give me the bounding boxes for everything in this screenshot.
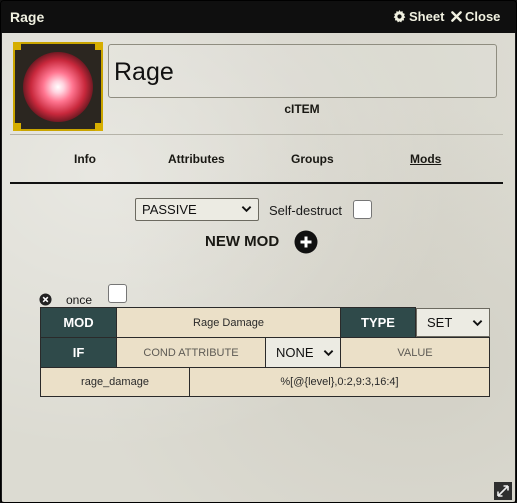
self-destruct-label: Self-destruct [269, 203, 342, 218]
chevron-down-icon [323, 350, 334, 357]
chevron-down-icon [241, 206, 252, 213]
window-titlebar[interactable]: Rage Sheet Close [1, 1, 516, 33]
item-sheet-window: Rage Sheet Close Rage cITEM Info Attribu… [0, 0, 517, 503]
if-header: IF [40, 337, 117, 368]
close-button-label: Close [465, 9, 501, 24]
tab-groups[interactable]: Groups [291, 152, 334, 166]
image-corner [95, 123, 103, 131]
mode-select[interactable]: PASSIVE [135, 198, 259, 221]
image-corner [13, 42, 21, 50]
formula-input[interactable]: %[@{level},0:2,9:3,16:4] [189, 367, 490, 397]
once-label: once [66, 293, 93, 307]
rage-glow-image [23, 52, 93, 122]
cond-attribute-input[interactable]: COND ATTRIBUTE [116, 337, 266, 368]
image-corner [13, 123, 21, 131]
sheet-button[interactable]: Sheet [393, 9, 444, 24]
resize-handle[interactable] [494, 482, 512, 500]
cond-operator-value: NONE [276, 345, 314, 360]
chevron-down-icon [472, 320, 483, 327]
window-title: Rage [10, 9, 45, 25]
tab-attributes[interactable]: Attributes [168, 152, 225, 166]
sheet-body: Rage cITEM Info Attributes Groups Mods P… [2, 33, 515, 502]
type-header: TYPE [340, 307, 416, 338]
close-button[interactable]: Close [451, 9, 500, 24]
sheet-button-label: Sheet [409, 9, 445, 24]
self-destruct-checkbox[interactable] [353, 200, 372, 219]
mode-select-value: PASSIVE [142, 202, 197, 217]
new-mod-label: NEW MOD [205, 233, 280, 250]
remove-circle-icon[interactable] [39, 293, 52, 306]
item-image[interactable] [13, 42, 103, 131]
once-checkbox[interactable] [108, 284, 127, 303]
divider [10, 134, 503, 135]
image-corner [95, 42, 103, 50]
mod-header: MOD [40, 307, 117, 338]
mod-name-input[interactable]: Rage Damage [116, 307, 341, 338]
cond-operator-select[interactable]: NONE [265, 337, 341, 368]
type-select[interactable]: SET [416, 308, 490, 337]
cond-value-input[interactable]: VALUE [340, 337, 490, 368]
item-name-input[interactable]: Rage [108, 44, 497, 98]
gear-icon [393, 10, 406, 23]
type-select-value: SET [427, 315, 453, 330]
tab-info[interactable]: Info [74, 152, 96, 166]
resize-icon [497, 485, 509, 497]
tabs-divider [10, 182, 503, 184]
close-icon [451, 11, 462, 22]
attribute-input[interactable]: rage_damage [40, 367, 190, 397]
plus-circle-icon[interactable] [294, 230, 318, 254]
tab-mods[interactable]: Mods [410, 152, 441, 166]
item-type-label: cITEM [284, 102, 320, 116]
